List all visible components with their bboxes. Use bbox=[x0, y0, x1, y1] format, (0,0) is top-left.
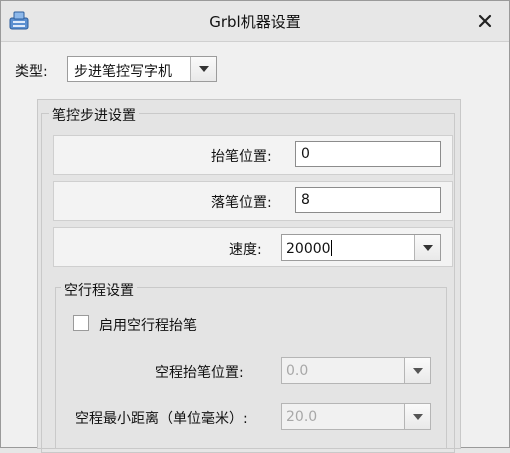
pen-up-label: 抬笔位置: bbox=[211, 149, 272, 165]
idle-pen-up-dropdown[interactable]: 0.0 bbox=[281, 357, 431, 384]
idle-pen-up-label: 空程抬笔位置: bbox=[155, 365, 244, 381]
enable-idle-pen-lift-label: 启用空行程抬笔 bbox=[99, 318, 197, 334]
close-button[interactable] bbox=[471, 7, 499, 35]
chevron-down-icon bbox=[422, 244, 433, 251]
chevron-down-icon bbox=[198, 66, 209, 72]
type-label: 类型: bbox=[15, 64, 48, 80]
pen-up-input[interactable]: 0 bbox=[295, 141, 441, 167]
chevron-down-icon bbox=[412, 367, 423, 374]
type-dropdown-value: 步进笔控写字机 bbox=[74, 64, 172, 80]
min-distance-dropdown-button[interactable] bbox=[404, 404, 430, 429]
speed-label: 速度: bbox=[229, 242, 262, 258]
min-distance-dropdown[interactable]: 20.0 bbox=[281, 403, 431, 430]
min-distance-value: 20.0 bbox=[286, 409, 318, 425]
settings-window: Grbl机器设置 类型: 步进笔控写字机 笔控步进设置 抬笔位置: 0 落笔位置… bbox=[0, 0, 510, 453]
window-title: Grbl机器设置 bbox=[209, 13, 301, 31]
pen-settings-group-title: 笔控步进设置 bbox=[49, 105, 139, 125]
text-caret bbox=[330, 240, 332, 256]
idle-travel-group-title: 空行程设置 bbox=[61, 280, 137, 300]
min-distance-label: 空程最小距离（单位毫米）: bbox=[75, 411, 248, 427]
close-icon bbox=[478, 14, 492, 28]
type-dropdown-button[interactable] bbox=[190, 57, 216, 81]
enable-idle-pen-lift-checkbox[interactable] bbox=[73, 315, 89, 331]
speed-dropdown[interactable]: 20000 bbox=[281, 234, 441, 261]
idle-pen-up-value: 0.0 bbox=[286, 363, 309, 379]
speed-dropdown-value: 20000 bbox=[286, 240, 332, 257]
pen-down-label: 落笔位置: bbox=[211, 195, 272, 211]
speed-dropdown-button[interactable] bbox=[414, 235, 440, 260]
chevron-down-icon bbox=[412, 413, 423, 420]
pen-down-input[interactable]: 8 bbox=[295, 187, 441, 213]
idle-pen-up-dropdown-button[interactable] bbox=[404, 358, 430, 383]
title-bar: Grbl机器设置 bbox=[1, 1, 509, 42]
type-dropdown[interactable]: 步进笔控写字机 bbox=[67, 56, 217, 82]
